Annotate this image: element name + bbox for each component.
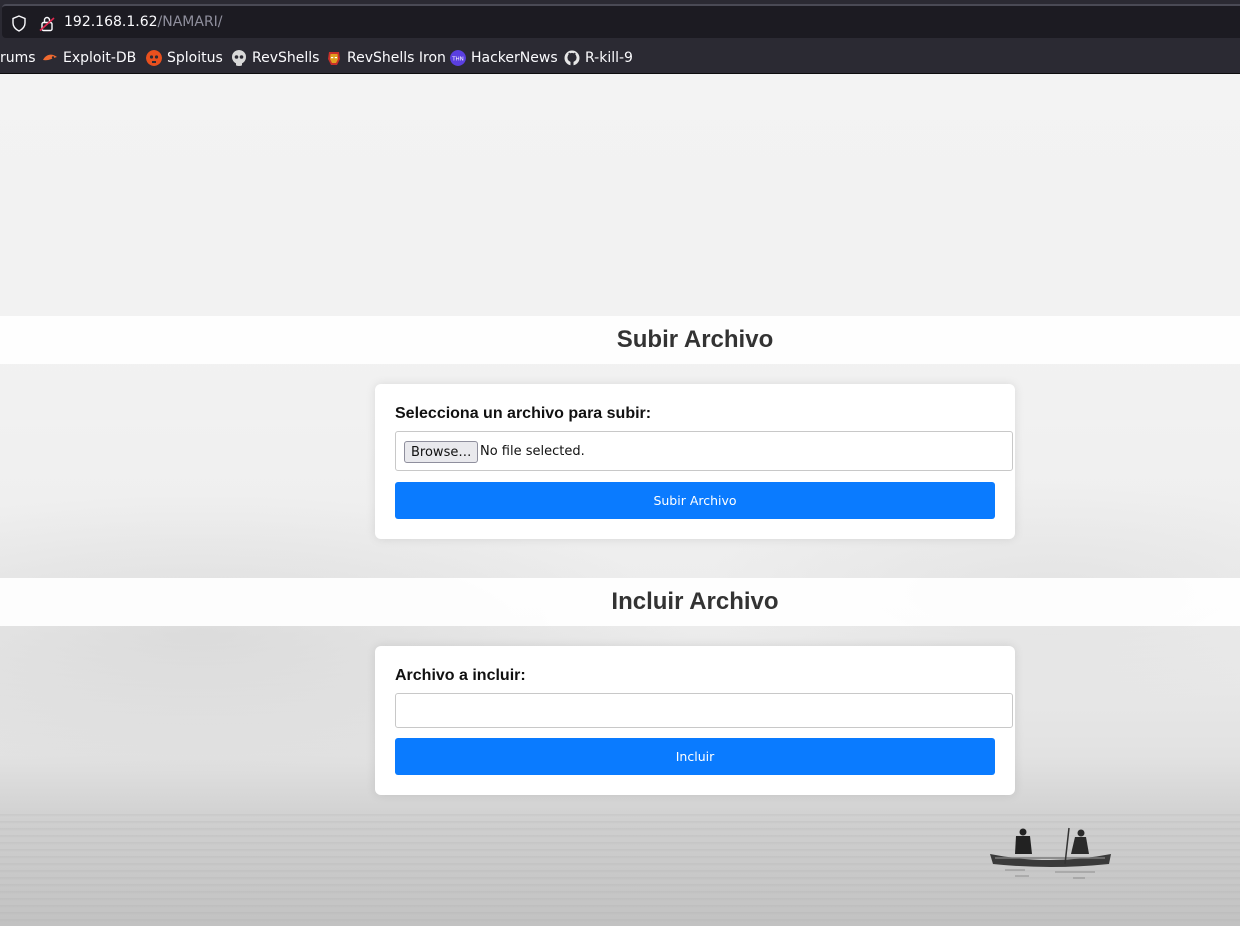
- bookmark-label: Sploitus: [167, 50, 223, 66]
- bookmark-label: RevShells Iron: [347, 50, 446, 66]
- bookmark-exploit-db[interactable]: Exploit-DB: [42, 49, 136, 67]
- insecure-lock-icon[interactable]: [39, 15, 55, 32]
- iron-man-icon: [328, 52, 340, 65]
- include-file-label: Archivo a incluir:: [395, 667, 526, 684]
- file-input[interactable]: Browse… No file selected.: [395, 431, 1013, 471]
- bookmark-forums[interactable]: rums: [0, 49, 36, 67]
- bookmark-label: RevShells: [252, 50, 320, 66]
- address-bar[interactable]: 192.168.1.62/NAMARI/: [2, 4, 1240, 38]
- bookmark-sploitus[interactable]: Sploitus: [146, 49, 223, 67]
- url-text[interactable]: 192.168.1.62/NAMARI/: [64, 14, 223, 30]
- include-section-header: Incluir Archivo: [0, 578, 1240, 626]
- bookmark-label: HackerNews: [471, 50, 558, 66]
- bookmark-hackernews[interactable]: THN HackerNews: [450, 49, 558, 67]
- bookmark-r-kill-9[interactable]: R-kill-9: [564, 49, 633, 67]
- browse-button[interactable]: Browse…: [404, 441, 479, 463]
- bookmark-label: Exploit-DB: [63, 50, 137, 66]
- exploit-db-icon: [43, 54, 57, 61]
- include-form-card: Archivo a incluir: Incluir: [375, 646, 1015, 795]
- include-submit-button[interactable]: Incluir: [395, 738, 995, 775]
- upload-section-header: Subir Archivo: [0, 316, 1240, 364]
- bookmark-label: rums: [0, 50, 36, 66]
- include-file-input[interactable]: [395, 693, 1013, 728]
- hackernews-icon: THN: [450, 50, 466, 66]
- bookmark-revshells-iron[interactable]: RevShells Iron: [326, 49, 446, 67]
- browser-toolbar: 192.168.1.62/NAMARI/: [0, 0, 1240, 42]
- upload-form-card: Selecciona un archivo para subir: Browse…: [375, 384, 1015, 539]
- canoe-illustration: [990, 827, 1111, 879]
- svg-text:THN: THN: [451, 57, 464, 63]
- bookmark-revshells[interactable]: RevShells: [231, 49, 319, 67]
- url-host: 192.168.1.62: [64, 14, 158, 30]
- file-status-text: No file selected.: [480, 444, 585, 459]
- include-section-title: Incluir Archivo: [611, 588, 779, 615]
- sploitus-skull-icon: [146, 50, 162, 66]
- page-viewport: Subir Archivo Selecciona un archivo para…: [0, 74, 1240, 926]
- bookmarks-toolbar: rums Exploit-DB Sploitus RevShells RevSh…: [0, 42, 1240, 74]
- upload-file-label: Selecciona un archivo para subir:: [395, 405, 652, 422]
- bookmark-label: R-kill-9: [585, 50, 633, 66]
- skull-icon: [232, 50, 246, 66]
- url-path: /NAMARI/: [157, 14, 223, 30]
- shield-icon[interactable]: [11, 15, 27, 32]
- github-icon: [564, 50, 580, 66]
- upload-submit-button[interactable]: Subir Archivo: [395, 482, 995, 519]
- upload-section-title: Subir Archivo: [616, 326, 774, 353]
